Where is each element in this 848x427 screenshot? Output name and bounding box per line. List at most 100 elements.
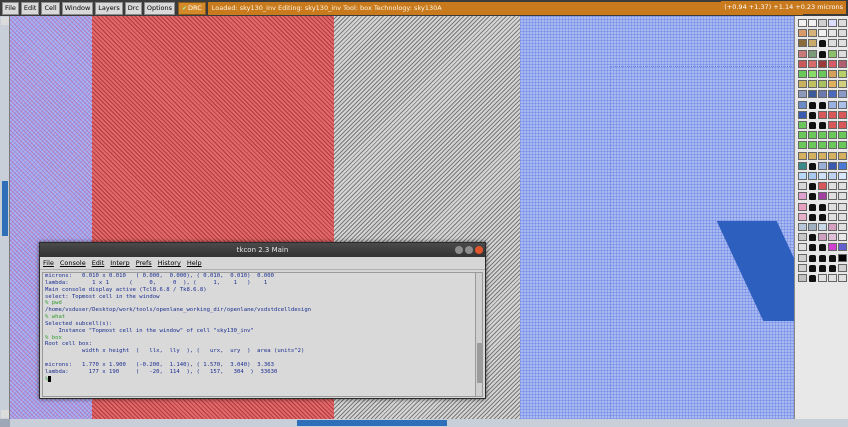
layer-swatch[interactable] [828, 90, 837, 99]
tk-menu-interp[interactable]: Interp [110, 259, 129, 267]
vertical-scrollbar[interactable] [0, 16, 10, 419]
tk-menu-help[interactable]: Help [187, 259, 202, 267]
layer-swatch[interactable] [828, 100, 837, 109]
layer-swatch[interactable] [828, 192, 837, 201]
tk-menu-console[interactable]: Console [60, 259, 86, 267]
layer-swatch[interactable] [838, 100, 847, 109]
layer-swatch[interactable] [798, 90, 807, 99]
layer-swatch[interactable] [818, 90, 827, 99]
layer-swatch[interactable] [808, 29, 817, 38]
lock-icon[interactable] [809, 275, 816, 282]
layer-swatch[interactable] [808, 131, 817, 140]
drc-toggle-button[interactable]: ✔ DRC [178, 1, 206, 15]
layer-swatch[interactable] [808, 49, 817, 58]
layer-swatch[interactable] [828, 70, 837, 78]
layer-swatch[interactable] [828, 274, 837, 282]
console-scroll-thumb[interactable] [477, 343, 482, 383]
layer-swatch[interactable] [808, 19, 817, 27]
layer-swatch[interactable] [838, 39, 847, 48]
layer-swatch[interactable] [838, 131, 847, 140]
layer-swatch[interactable] [818, 131, 827, 140]
layer-swatch[interactable] [798, 70, 807, 78]
layer-swatch[interactable] [838, 192, 847, 201]
layer-swatch[interactable] [798, 49, 807, 58]
menu-window[interactable]: Window [61, 1, 94, 15]
layer-swatch[interactable] [838, 243, 847, 252]
layer-swatch[interactable] [838, 59, 847, 68]
layer-swatch[interactable] [818, 274, 827, 282]
tk-menu-file[interactable]: File [43, 259, 54, 267]
layer-swatch[interactable] [818, 151, 827, 160]
lock-icon[interactable] [819, 244, 826, 252]
layer-swatch[interactable] [808, 151, 817, 160]
layer-swatch[interactable] [828, 110, 837, 119]
layer-swatch[interactable] [818, 141, 827, 150]
layer-swatch[interactable] [808, 141, 817, 150]
lock-icon[interactable] [809, 183, 816, 191]
lock-icon[interactable] [819, 213, 826, 221]
lock-icon[interactable] [819, 101, 826, 109]
layer-swatch[interactable] [838, 141, 847, 150]
menu-edit[interactable]: Edit [20, 1, 40, 15]
menu-drc[interactable]: Drc [124, 1, 142, 15]
layer-swatch[interactable] [838, 161, 847, 170]
layer-swatch[interactable] [818, 172, 827, 180]
layer-swatch[interactable] [838, 80, 847, 89]
layer-swatch[interactable] [838, 253, 847, 262]
lock-icon[interactable] [809, 162, 816, 170]
layer-swatch[interactable] [798, 59, 807, 68]
layer-swatch[interactable] [818, 29, 827, 38]
tk-menu-history[interactable]: History [158, 259, 181, 267]
layer-swatch[interactable] [828, 121, 837, 129]
layer-swatch[interactable] [828, 131, 837, 140]
menu-layers[interactable]: Layers [95, 1, 123, 15]
lock-icon[interactable] [809, 122, 816, 129]
layer-swatch[interactable] [798, 263, 807, 272]
menu-file[interactable]: File [2, 1, 19, 15]
layer-swatch[interactable] [828, 80, 837, 89]
layer-swatch[interactable] [808, 223, 817, 231]
layer-swatch[interactable] [798, 223, 807, 231]
layer-swatch[interactable] [798, 80, 807, 89]
tk-menu-edit[interactable]: Edit [92, 259, 105, 267]
layer-swatch[interactable] [838, 90, 847, 99]
layer-swatch[interactable] [828, 223, 837, 231]
lock-icon[interactable] [819, 264, 826, 272]
lock-icon[interactable] [809, 244, 816, 252]
layer-swatch[interactable] [798, 29, 807, 38]
lock-icon[interactable] [809, 203, 816, 211]
console-scrollbar[interactable] [475, 272, 483, 397]
layer-swatch[interactable] [838, 274, 847, 282]
lock-icon[interactable] [819, 50, 826, 58]
lock-icon[interactable] [829, 264, 836, 272]
lock-icon[interactable] [819, 122, 826, 129]
layer-swatch[interactable] [798, 39, 807, 48]
layer-swatch[interactable] [838, 212, 847, 221]
layer-swatch[interactable] [838, 223, 847, 231]
lock-icon[interactable] [809, 111, 816, 119]
minimize-icon[interactable] [455, 246, 463, 254]
layer-swatch[interactable] [798, 202, 807, 211]
layer-swatch[interactable] [818, 182, 827, 191]
layer-swatch[interactable] [838, 233, 847, 242]
layer-swatch[interactable] [838, 19, 847, 27]
layer-swatch[interactable] [828, 39, 837, 48]
layer-swatch[interactable] [838, 121, 847, 129]
layer-swatch[interactable] [828, 182, 837, 191]
layer-swatch[interactable] [798, 19, 807, 27]
layer-swatch[interactable] [828, 19, 837, 27]
layer-swatch[interactable] [808, 90, 817, 99]
layer-swatch[interactable] [798, 212, 807, 221]
lock-icon[interactable] [809, 254, 816, 262]
layer-swatch[interactable] [838, 49, 847, 58]
layer-swatch[interactable] [818, 80, 827, 89]
layer-swatch[interactable] [838, 110, 847, 119]
scroll-down-arrow-icon[interactable] [1, 410, 9, 418]
window-titlebar[interactable]: tkcon 2.3 Main [40, 243, 485, 257]
layer-swatch[interactable] [798, 172, 807, 180]
lock-icon[interactable] [819, 203, 826, 211]
layer-swatch[interactable] [808, 39, 817, 48]
console-output[interactable]: microns: 0.010 x 0.010 ( 0.000, 0.000), … [42, 272, 476, 397]
layer-swatch[interactable] [808, 70, 817, 78]
layer-swatch[interactable] [838, 29, 847, 38]
